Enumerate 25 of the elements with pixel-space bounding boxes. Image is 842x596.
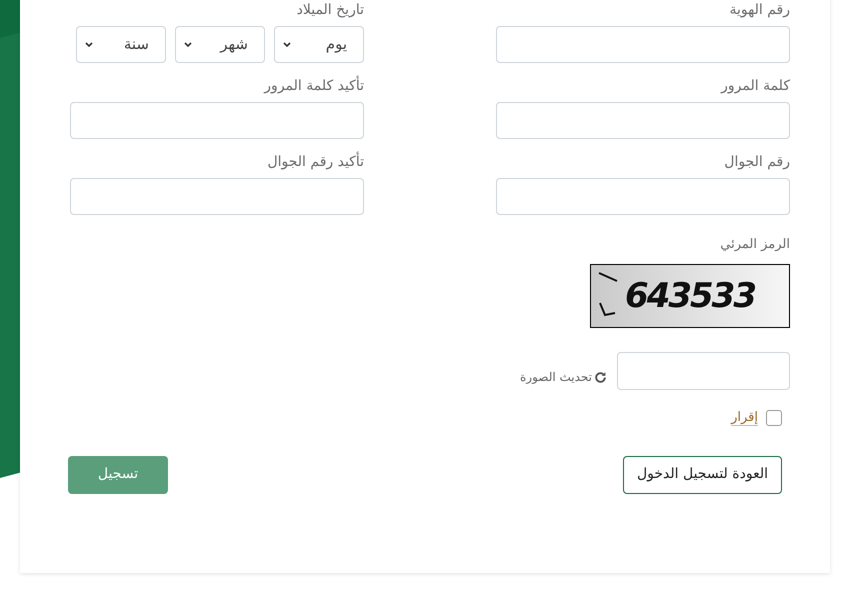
consent-link[interactable]: إقرار [731, 408, 758, 428]
chevron-down-icon [283, 42, 291, 48]
chevron-down-icon [85, 42, 93, 48]
dropdown[interactable]: شهر [175, 26, 265, 63]
refresh-link[interactable]: تحديث الصورة [520, 368, 607, 386]
field-label: تأكيد كلمة المرور [70, 76, 364, 96]
back-button[interactable]: العودة لتسجيل الدخول [622, 456, 782, 494]
input-field[interactable] [496, 178, 790, 215]
input-field[interactable] [70, 178, 364, 215]
field-label: تأكيد رقم الجوال [70, 152, 364, 172]
captcha-input[interactable] [617, 352, 790, 390]
captcha-image: 643533 [590, 264, 790, 328]
input-field[interactable] [70, 102, 364, 139]
input-field[interactable] [496, 26, 790, 63]
checkbox[interactable] [766, 410, 782, 426]
input-field[interactable] [496, 102, 790, 139]
dropdown[interactable]: يوم [274, 26, 364, 63]
dropdown[interactable]: سنة [76, 26, 166, 63]
captcha-label: الرمز المرئي [720, 236, 790, 254]
field-label: رقم الهوية [728, 1, 790, 20]
field-label: تاريخ الميلاد [296, 1, 364, 20]
field-label: رقم الجوال [723, 153, 790, 172]
refresh-icon [594, 370, 607, 384]
field-label: كلمة المرور [720, 77, 790, 96]
chevron-down-icon [184, 42, 192, 48]
